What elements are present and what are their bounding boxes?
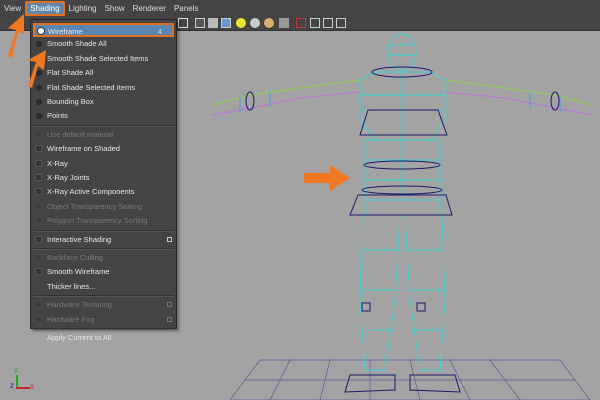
menu-item-interactive-shading[interactable]: Interactive Shading: [31, 233, 176, 247]
radio-icon: [36, 99, 42, 105]
menu-separator: [33, 124, 174, 127]
shadows-icon[interactable]: [264, 18, 274, 28]
checkbox-icon: [35, 202, 42, 210]
resolution-gate-icon[interactable]: [323, 18, 333, 28]
menu-item-wireframe-on-shaded[interactable]: Wireframe on Shaded: [31, 142, 176, 156]
checkbox-icon: [35, 217, 42, 225]
menu-item-label: Hardware Fog: [47, 314, 95, 324]
menu-item-label: Apply Current to All: [47, 333, 112, 342]
menu-item-flat-shade-selected-items[interactable]: Flat Shade Selected Items: [31, 81, 176, 95]
menu-item-smooth-wireframe[interactable]: Smooth Wireframe: [31, 265, 176, 279]
all-lights-icon[interactable]: [250, 18, 260, 28]
menu-item-x-ray-joints[interactable]: X-Ray Joints: [31, 171, 176, 185]
default-light-icon[interactable]: [236, 18, 246, 28]
y-axis-label: y: [14, 365, 18, 374]
panel-menubar: View Shading Lighting Show Renderer Pane…: [0, 0, 600, 18]
checkbox-icon[interactable]: [35, 268, 42, 276]
menu-item-label: Polygon Transparency Sorting: [47, 216, 148, 226]
x-axis-line: [16, 387, 30, 389]
checkbox-icon[interactable]: [35, 188, 42, 196]
menu-item-hardware-fog: Hardware Fog: [31, 313, 176, 327]
option-box-icon[interactable]: [167, 236, 172, 242]
axis-gizmo: y z x: [8, 365, 38, 395]
radio-selected-icon: [37, 27, 45, 35]
menu-separator: [33, 328, 174, 330]
menu-separator: [33, 229, 174, 232]
menu-item-wireframe[interactable]: Wireframe 4: [33, 23, 174, 37]
menu-item-label: X-Ray: [47, 158, 68, 168]
menu-shading[interactable]: Shading: [25, 1, 65, 16]
annotation-arrow-right-icon: [304, 165, 350, 191]
menu-item-label: Thicker lines...: [47, 281, 96, 291]
menu-item-points[interactable]: Points: [31, 109, 176, 123]
checkbox-icon[interactable]: [35, 174, 42, 181]
grid-toggle-icon[interactable]: [178, 18, 188, 28]
rig-controls: [245, 66, 560, 393]
radio-icon: [36, 113, 42, 120]
z-axis-label: z: [10, 381, 14, 390]
option-box-icon: [167, 316, 172, 322]
textured-cube-icon[interactable]: [221, 18, 231, 28]
film-gate-icon[interactable]: [336, 18, 346, 28]
menu-item-label: Object Transparency Sorting: [47, 201, 143, 211]
shading-dropdown-menu: Wireframe 4 Smooth Shade All Smooth Shade S…: [30, 19, 177, 342]
menu-item-label: X-Ray Active Components: [47, 187, 135, 197]
menu-item-flat-shade-all[interactable]: Flat Shade All: [31, 66, 176, 80]
xray-icon[interactable]: [296, 18, 306, 28]
menu-item-bounding-box[interactable]: Bounding Box: [31, 95, 176, 109]
menu-item-label: Flat Shade Selected Items: [47, 82, 135, 92]
menu-item-object-transparency-sorting: Object Transparency Sorting: [31, 200, 176, 214]
menu-item-label: Bounding Box: [47, 97, 94, 106]
menu-show[interactable]: Show: [101, 2, 129, 16]
checkbox-icon: [35, 301, 42, 309]
menu-item-polygon-transparency-sorting: Polygon Transparency Sorting: [31, 214, 176, 228]
annotation-arrow-wireframe-icon: [28, 50, 46, 88]
menu-item-label: X-Ray Joints: [47, 173, 90, 182]
radio-icon: [36, 41, 42, 48]
wireframe-cube-icon[interactable]: [195, 18, 205, 28]
checkbox-icon[interactable]: [35, 235, 42, 243]
menu-item-thicker-lines[interactable]: Thicker lines...: [31, 280, 176, 294]
menu-item-label: Flat Shade All: [47, 68, 94, 78]
x-axis-label: x: [30, 382, 34, 391]
menu-item-backface-culling: Backface Culling: [31, 251, 176, 265]
menu-panels[interactable]: Panels: [170, 2, 202, 16]
menu-item-label: Smooth Shade All: [47, 39, 107, 49]
checkbox-icon: [35, 254, 42, 261]
checkbox-icon: [35, 130, 42, 138]
menu-item-x-ray-active-components[interactable]: X-Ray Active Components: [31, 185, 176, 199]
option-box-icon: [167, 302, 172, 308]
checkbox-icon: [35, 315, 42, 323]
menu-item-smooth-shade-all[interactable]: Smooth Shade All: [31, 37, 176, 51]
menu-item-label: Interactive Shading: [47, 234, 112, 244]
menu-item-label: Backface Culling: [47, 253, 103, 262]
checkbox-icon[interactable]: [35, 159, 42, 167]
menu-item-smooth-shade-selected-items[interactable]: Smooth Shade Selected Items: [31, 52, 176, 66]
menu-item-x-ray[interactable]: X-Ray: [31, 157, 176, 171]
menu-separator: [33, 248, 174, 250]
checkbox-icon[interactable]: [35, 145, 42, 153]
menu-item-hardware-texturing: Hardware Texturing: [31, 298, 176, 312]
smooth-cube-icon[interactable]: [208, 18, 218, 28]
menu-item-label: Smooth Wireframe: [47, 267, 110, 277]
menu-item-label: Wireframe on Shaded: [47, 144, 120, 154]
camera-icon[interactable]: [310, 18, 320, 28]
menu-lighting[interactable]: Lighting: [65, 2, 101, 16]
menu-separator: [33, 295, 174, 298]
menu-item-apply-current-to-all[interactable]: Apply Current to All: [31, 331, 176, 345]
menu-renderer[interactable]: Renderer: [129, 2, 170, 16]
menu-item-label: Points: [47, 111, 68, 121]
isolate-icon[interactable]: [279, 18, 289, 28]
menu-item-label: Smooth Shade Selected Items: [47, 53, 149, 63]
menu-item-use-default-material: Use default material: [31, 128, 176, 142]
menu-item-label: Hardware Texturing: [47, 300, 112, 310]
menu-item-label: Use default material: [47, 129, 114, 139]
